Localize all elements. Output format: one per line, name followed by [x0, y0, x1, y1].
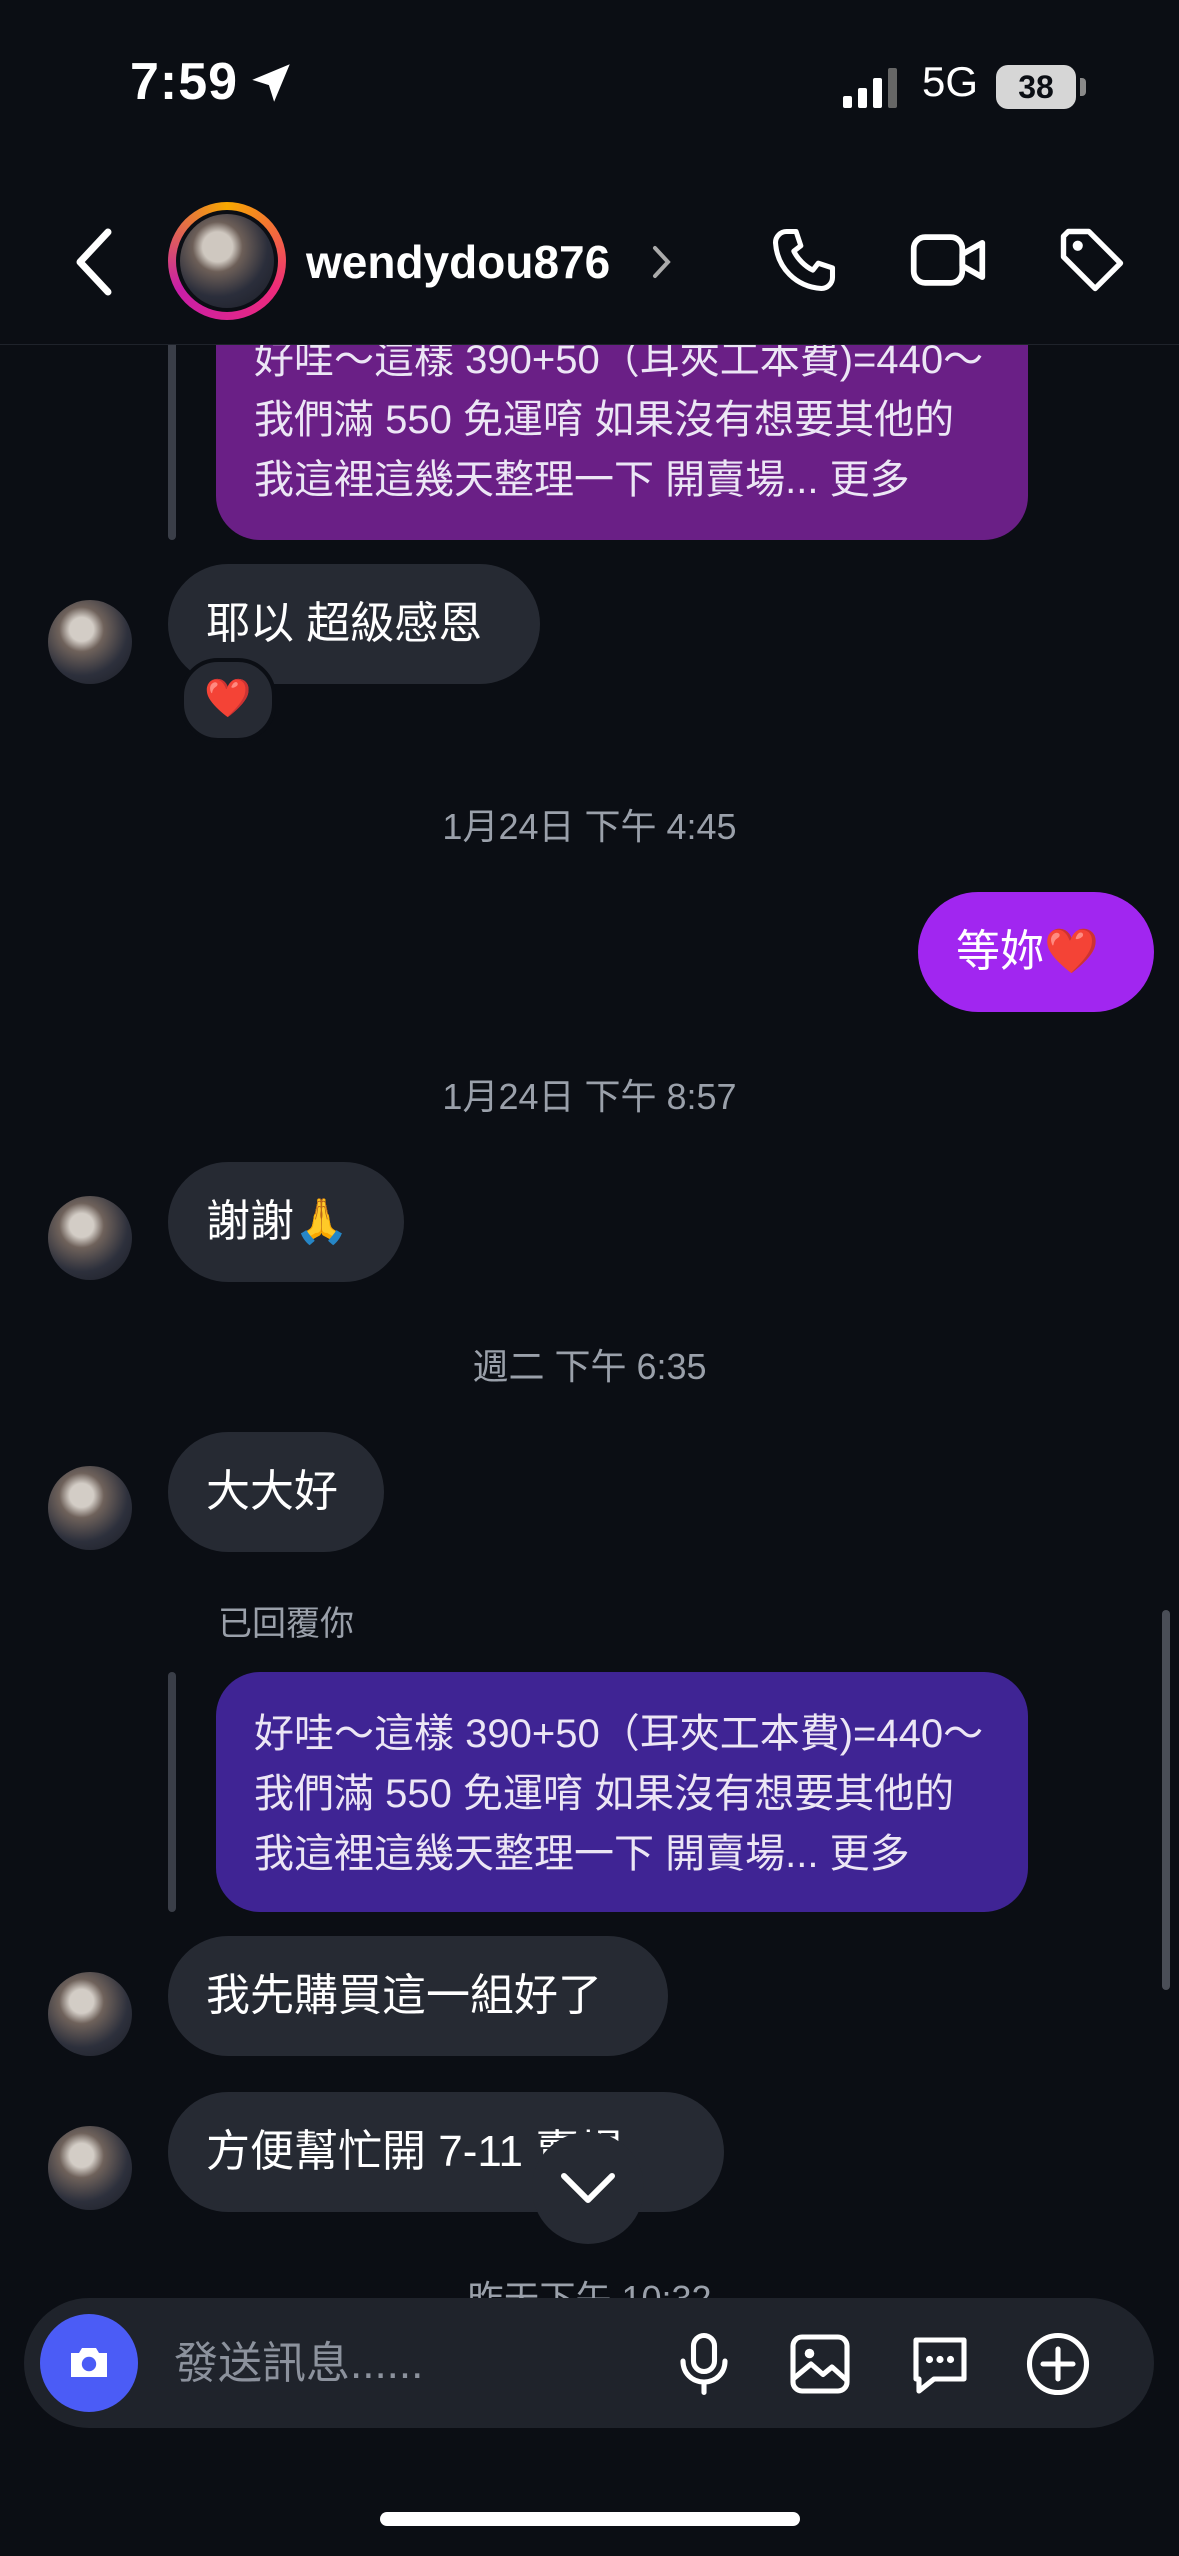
video-call-icon[interactable] [908, 224, 988, 296]
gallery-icon[interactable] [784, 2328, 856, 2400]
avatar[interactable] [48, 1196, 132, 1280]
heart-reaction[interactable]: ❤️ [180, 658, 276, 742]
message-bubble[interactable]: 謝謝🙏 [168, 1162, 404, 1282]
scrollbar[interactable] [1162, 1610, 1170, 1990]
location-arrow-icon [252, 64, 290, 102]
message-bubble[interactable]: 我先購買這一組好了 [168, 1936, 668, 2056]
phone-call-icon[interactable] [766, 222, 842, 298]
quoted-message[interactable]: 好哇～這樣 390+50（耳夾工本費)=440～我們滿 550 免運唷 如果沒有… [216, 1672, 1028, 1912]
replied-label: 已回覆你 [218, 1605, 354, 1643]
back-icon[interactable] [70, 222, 120, 302]
username[interactable]: wendydou876 [306, 235, 610, 289]
timestamp: 1月24日 下午 8:57 [442, 1076, 737, 1117]
home-indicator [380, 2512, 800, 2526]
quote-bar [168, 1672, 176, 1912]
avatar[interactable] [48, 2126, 132, 2210]
tag-icon[interactable] [1054, 222, 1130, 298]
scroll-to-bottom-button[interactable] [532, 2132, 644, 2244]
avatar[interactable] [48, 1972, 132, 2056]
chevron-down-icon [561, 2173, 615, 2203]
message-composer [24, 2298, 1154, 2428]
signal-icon [843, 68, 897, 108]
sticker-chat-icon[interactable] [904, 2328, 976, 2400]
status-time: 7:59 [130, 53, 239, 111]
message-input[interactable] [172, 2330, 656, 2398]
microphone-icon[interactable] [668, 2328, 740, 2400]
avatar[interactable] [48, 600, 132, 684]
quote-bar [168, 340, 176, 540]
battery-tip [1080, 78, 1086, 96]
timestamp: 週二 下午 6:35 [472, 1346, 707, 1387]
chat-header: wendydou876 [0, 180, 1179, 345]
avatar[interactable] [48, 1466, 132, 1550]
avatar[interactable] [176, 210, 278, 312]
chevron-right-icon[interactable] [650, 242, 674, 282]
battery-indicator: 38 [996, 65, 1076, 109]
message-bubble-outgoing[interactable]: 等妳❤️ [918, 892, 1154, 1012]
plus-circle-icon[interactable] [1022, 2328, 1094, 2400]
camera-button[interactable] [40, 2314, 138, 2412]
camera-icon [71, 2348, 107, 2377]
network-label: 5G [922, 58, 979, 105]
message-bubble[interactable]: 大大好 [168, 1432, 384, 1552]
timestamp: 1月24日 下午 4:45 [442, 806, 737, 847]
